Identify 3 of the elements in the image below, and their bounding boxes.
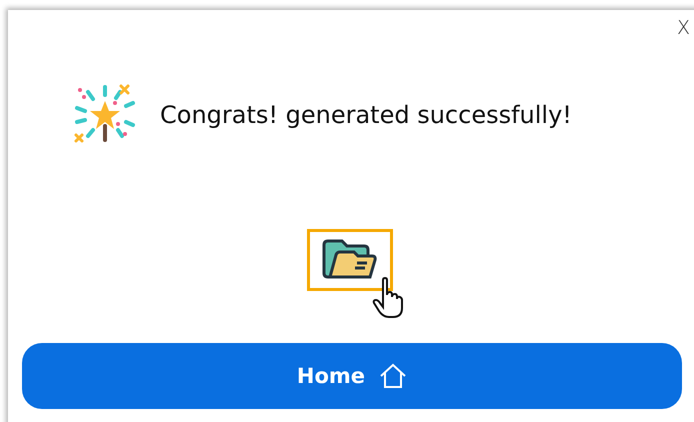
success-message: Congrats! generated successfully! — [160, 101, 572, 129]
home-button[interactable]: Home — [22, 343, 682, 409]
close-button[interactable]: X — [674, 16, 692, 40]
